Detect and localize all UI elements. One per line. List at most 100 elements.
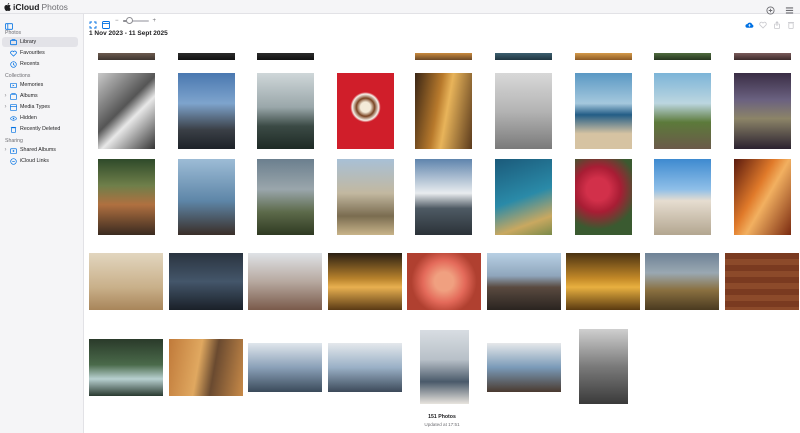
zoom-in-button[interactable]: + bbox=[153, 18, 157, 24]
link-icon bbox=[10, 157, 17, 165]
memories-icon bbox=[10, 82, 17, 89]
library-toolbar: − + bbox=[84, 14, 800, 29]
photo-thumbnail[interactable] bbox=[257, 53, 314, 60]
icloud-photos-app: iCloud Photos Photos Library Favourites bbox=[0, 0, 800, 433]
photo-thumbnail[interactable] bbox=[328, 343, 402, 392]
top-right-controls bbox=[766, 2, 794, 15]
photo-thumbnail[interactable] bbox=[248, 343, 322, 392]
photo-thumbnail[interactable] bbox=[178, 159, 235, 235]
sidebar-item-memories[interactable]: Memories bbox=[2, 80, 78, 90]
photo-thumbnail[interactable] bbox=[725, 253, 799, 310]
trash-icon bbox=[10, 126, 17, 133]
sidebar-item-icloud-links[interactable]: iCloud Links bbox=[2, 156, 78, 166]
sidebar-item-label: iCloud Links bbox=[20, 158, 49, 164]
view-controls: − + bbox=[89, 16, 157, 29]
photo-thumbnail[interactable] bbox=[257, 159, 314, 235]
photo-thumbnail[interactable] bbox=[654, 53, 711, 60]
photo-count: 151 Photos bbox=[428, 414, 456, 420]
photo-thumbnail[interactable] bbox=[420, 330, 469, 404]
photo-thumbnail[interactable] bbox=[487, 343, 561, 392]
sidebar-item-hidden[interactable]: Hidden bbox=[2, 113, 78, 123]
photo-thumbnail[interactable] bbox=[89, 339, 163, 396]
section-sharing: Sharing bbox=[5, 138, 23, 144]
sidebar-item-albums[interactable]: › Albums bbox=[2, 91, 78, 101]
fit-view-icon[interactable] bbox=[89, 16, 98, 29]
section-collections: Collections bbox=[5, 73, 31, 79]
photo-thumbnail[interactable] bbox=[328, 253, 402, 310]
photo-thumbnail[interactable] bbox=[337, 159, 394, 235]
library-icon bbox=[10, 38, 17, 46]
photo-thumbnail[interactable] bbox=[487, 253, 561, 310]
top-bar: iCloud Photos bbox=[0, 0, 800, 15]
chevron-right-icon[interactable]: › bbox=[2, 93, 9, 99]
aspect-view-icon[interactable] bbox=[102, 16, 111, 29]
heart-icon[interactable] bbox=[759, 16, 768, 29]
album-icon bbox=[10, 92, 17, 100]
app-brand[interactable]: iCloud Photos bbox=[0, 2, 68, 12]
sidebar-item-label: Recently Deleted bbox=[20, 126, 61, 132]
photo-thumbnail[interactable] bbox=[98, 73, 155, 149]
photo-thumbnail[interactable] bbox=[495, 53, 552, 60]
sidebar-item-library[interactable]: Library bbox=[2, 37, 78, 47]
product-name: Photos bbox=[41, 1, 68, 12]
brand-name: iCloud bbox=[13, 1, 40, 12]
plus-circle-icon[interactable] bbox=[766, 2, 775, 15]
photo-thumbnail[interactable] bbox=[734, 53, 791, 60]
sidebar-item-recents[interactable]: Recents bbox=[2, 59, 78, 69]
photo-thumbnail[interactable] bbox=[98, 53, 155, 60]
photo-thumbnail[interactable] bbox=[654, 159, 711, 235]
photo-thumbnail[interactable] bbox=[178, 73, 235, 149]
photo-thumbnail[interactable] bbox=[415, 159, 472, 235]
zoom-slider[interactable] bbox=[122, 16, 149, 24]
photo-thumbnail[interactable] bbox=[654, 73, 711, 149]
photo-thumbnail[interactable] bbox=[495, 73, 552, 149]
photo-thumbnail[interactable] bbox=[415, 53, 472, 60]
zoom-out-button[interactable]: − bbox=[115, 18, 119, 24]
photo-thumbnail[interactable] bbox=[415, 73, 472, 149]
photo-thumbnail[interactable] bbox=[98, 159, 155, 235]
eye-slash-icon bbox=[10, 115, 17, 122]
photo-thumbnail[interactable] bbox=[169, 339, 243, 396]
grid-icon[interactable] bbox=[785, 2, 794, 14]
photo-thumbnail[interactable] bbox=[169, 253, 243, 310]
media-types-icon bbox=[10, 103, 17, 111]
sidebar-item-favourites[interactable]: Favourites bbox=[2, 48, 78, 58]
trash-icon[interactable] bbox=[787, 16, 796, 29]
sidebar-item-label: Hidden bbox=[20, 115, 37, 121]
sidebar-item-shared-albums[interactable]: › Shared Albums bbox=[2, 145, 78, 155]
sidebar-item-label: Recents bbox=[20, 61, 40, 67]
sidebar: Photos Library Favourites Recents Collec… bbox=[0, 14, 84, 433]
zoom-slider-knob[interactable] bbox=[125, 16, 133, 24]
date-range-heading: 1 Nov 2023 - 11 Sept 2025 bbox=[89, 30, 168, 37]
sidebar-item-label: Favourites bbox=[20, 50, 45, 56]
clock-icon bbox=[10, 60, 17, 68]
photo-thumbnail[interactable] bbox=[257, 73, 314, 149]
photo-thumbnail[interactable] bbox=[178, 53, 235, 60]
photo-thumbnail[interactable] bbox=[575, 53, 632, 60]
upload-cloud-icon[interactable] bbox=[745, 16, 754, 28]
last-updated: Updated at 17:51 bbox=[424, 422, 460, 427]
sidebar-item-label: Library bbox=[20, 39, 37, 45]
photo-thumbnail[interactable] bbox=[89, 253, 163, 310]
photo-thumbnail[interactable] bbox=[734, 159, 791, 235]
photo-thumbnail[interactable] bbox=[248, 253, 322, 310]
photo-thumbnail[interactable] bbox=[575, 159, 632, 235]
sidebar-item-media-types[interactable]: › Media Types bbox=[2, 102, 78, 112]
sidebar-item-recently-deleted[interactable]: Recently Deleted bbox=[2, 124, 78, 134]
share-icon[interactable] bbox=[773, 16, 782, 29]
photo-thumbnail[interactable] bbox=[645, 253, 719, 310]
photo-thumbnail[interactable] bbox=[337, 73, 394, 149]
photo-thumbnail[interactable] bbox=[575, 73, 632, 149]
shared-album-icon bbox=[10, 147, 17, 154]
sidebar-item-label: Albums bbox=[20, 93, 38, 99]
photo-library: − + 1 Nov 2023 - 11 Sept 2025 151 Photos… bbox=[84, 14, 800, 433]
sidebar-item-label: Memories bbox=[20, 82, 44, 88]
chevron-right-icon[interactable]: › bbox=[2, 104, 9, 110]
photo-thumbnail[interactable] bbox=[579, 329, 628, 404]
photo-thumbnail[interactable] bbox=[495, 159, 552, 235]
apple-logo-icon bbox=[4, 2, 11, 11]
photo-thumbnail[interactable] bbox=[734, 73, 791, 149]
chevron-right-icon[interactable]: › bbox=[2, 147, 9, 153]
photo-thumbnail[interactable] bbox=[566, 253, 640, 310]
photo-thumbnail[interactable] bbox=[407, 253, 481, 310]
